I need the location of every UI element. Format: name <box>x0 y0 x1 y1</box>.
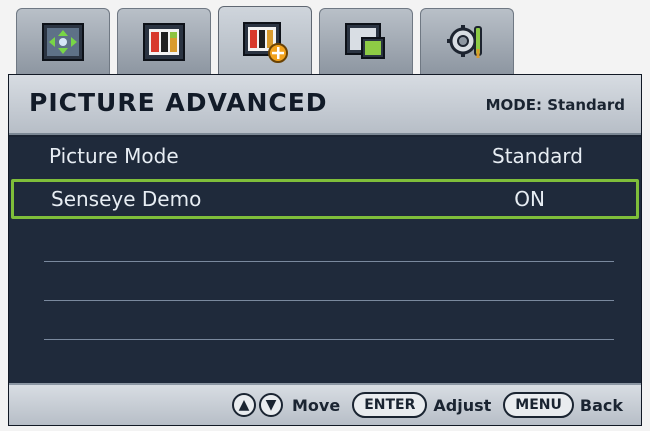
tab-display[interactable] <box>16 8 110 74</box>
osd-panel: PICTURE ADVANCED MODE: Standard Picture … <box>8 74 642 426</box>
up-arrow-icon: ▲ <box>232 393 256 417</box>
menu-list: Picture Mode Standard Senseye Demo ON <box>9 137 641 383</box>
divider <box>44 261 614 262</box>
tab-picture-advanced[interactable] <box>218 6 312 76</box>
divider <box>44 339 614 340</box>
menu-item-value: ON <box>514 187 545 211</box>
menu-item-label: Senseye Demo <box>51 187 202 211</box>
tab-system[interactable] <box>420 8 514 74</box>
display-adjust-icon <box>41 22 85 62</box>
adjust-hint: Adjust <box>433 395 492 415</box>
divider <box>44 300 614 301</box>
menu-item-senseye-demo[interactable]: Senseye Demo ON <box>11 179 639 219</box>
back-hint: Back <box>579 395 623 415</box>
picture-color-icon <box>142 22 186 62</box>
page-title: PICTURE ADVANCED <box>29 88 328 117</box>
panel-header: PICTURE ADVANCED MODE: Standard <box>9 75 641 135</box>
menu-item-value: Standard <box>492 144 583 168</box>
down-arrow-icon: ▼ <box>259 393 283 417</box>
menu-tabs <box>16 6 526 76</box>
mode-indicator: MODE: Standard <box>485 96 625 114</box>
control-hints: ▲ ▼ Move ENTER Adjust MENU Back <box>9 383 641 425</box>
pip-window-icon <box>344 22 388 62</box>
move-hint: Move <box>292 395 341 415</box>
menu-item-picture-mode[interactable]: Picture Mode Standard <box>9 137 641 177</box>
picture-advanced-icon <box>242 21 288 63</box>
enter-key: ENTER <box>352 392 428 418</box>
menu-item-label: Picture Mode <box>49 144 179 168</box>
menu-key: MENU <box>503 392 574 418</box>
system-settings-icon <box>445 21 489 63</box>
tab-picture[interactable] <box>117 8 211 74</box>
tab-pip[interactable] <box>319 8 413 74</box>
